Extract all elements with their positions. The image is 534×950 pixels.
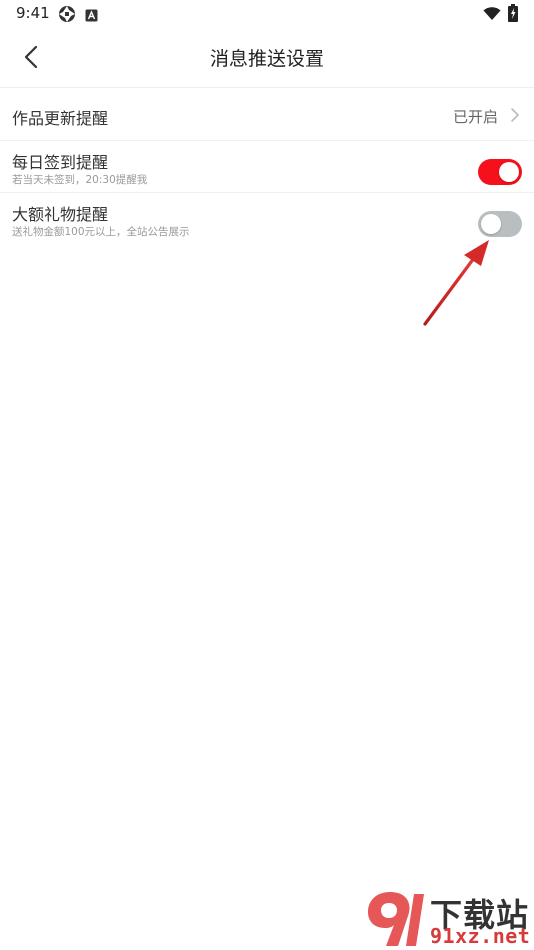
watermark-url: 91xz.net bbox=[430, 924, 531, 948]
setting-subtitle: 若当天未签到，20:30提醒我 bbox=[12, 174, 148, 186]
setting-title: 大额礼物提醒 bbox=[12, 205, 109, 224]
page-title: 消息推送设置 bbox=[209, 48, 324, 70]
battery-charging-icon bbox=[508, 4, 518, 26]
toggle-knob bbox=[481, 214, 501, 234]
chevron-right-icon bbox=[510, 107, 520, 127]
setting-subtitle: 送礼物金额100元以上，全站公告展示 bbox=[12, 226, 190, 238]
91-logo-icon bbox=[362, 888, 428, 950]
status-bar: 9:41 bbox=[0, 0, 534, 30]
setting-status-value: 已开启 bbox=[452, 108, 498, 126]
setting-title: 每日签到提醒 bbox=[12, 153, 109, 172]
setting-row-daily-checkin: 每日签到提醒 若当天未签到，20:30提醒我 bbox=[0, 141, 534, 193]
app-header: 消息推送设置 bbox=[0, 30, 534, 88]
daily-checkin-toggle[interactable] bbox=[478, 159, 522, 185]
large-gift-toggle[interactable] bbox=[478, 211, 522, 237]
setting-title: 作品更新提醒 bbox=[12, 109, 109, 128]
status-time: 9:41 bbox=[16, 4, 50, 22]
watermark: 下载站 91xz.net bbox=[360, 888, 534, 950]
a-letter-badge-icon bbox=[85, 7, 98, 26]
screen: 9:41 消息推送设置 作品更新提醒 已开启 每日签到提醒 若当天未签到，20:… bbox=[0, 0, 534, 950]
wifi-icon bbox=[483, 6, 501, 25]
aperture-icon bbox=[58, 5, 76, 27]
setting-row-large-gift: 大额礼物提醒 送礼物金额100元以上，全站公告展示 bbox=[0, 193, 534, 245]
setting-row-works-update[interactable]: 作品更新提醒 已开启 bbox=[0, 89, 534, 141]
toggle-knob bbox=[499, 162, 519, 182]
